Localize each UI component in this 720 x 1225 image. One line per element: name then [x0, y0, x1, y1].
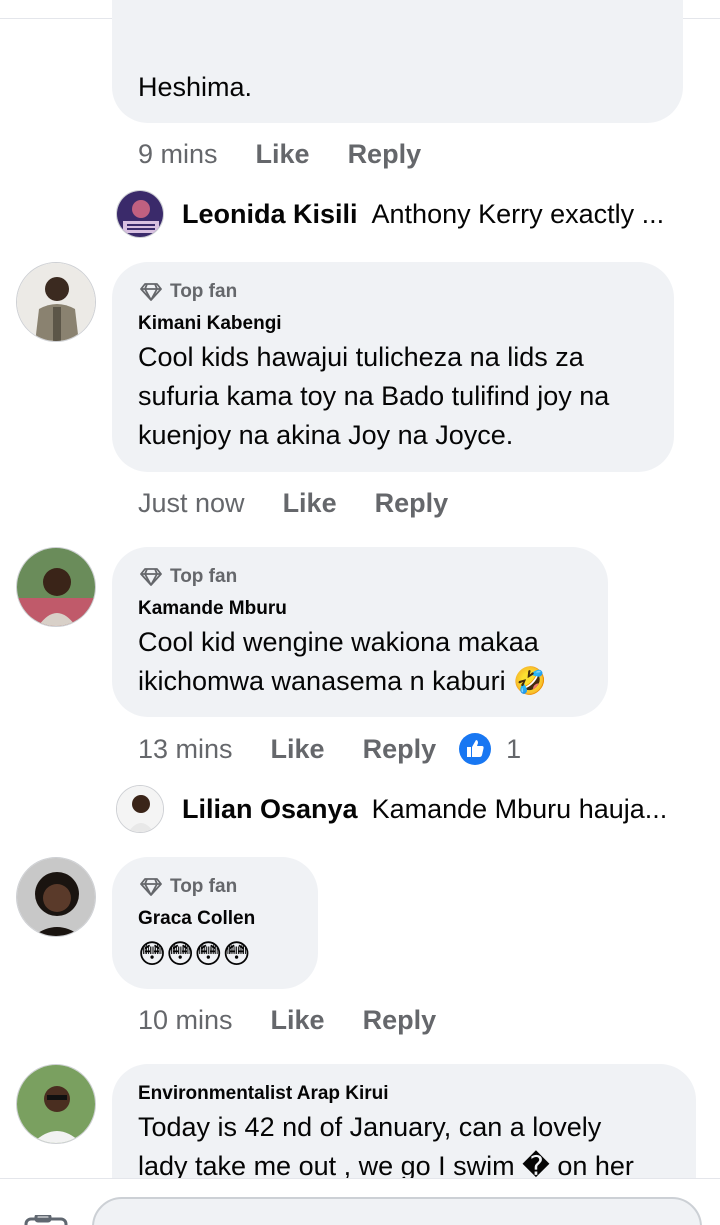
comment-bubble: Top fan Kimani Kabengi Cool kids hawajui…	[112, 262, 674, 472]
comment-author[interactable]: Kimani Kabengi	[138, 312, 282, 336]
diamond-icon	[140, 878, 162, 896]
comments-screen: Heshima. 9 mins Like Reply Leonida Kisil…	[0, 0, 720, 1225]
avatar[interactable]	[16, 262, 96, 342]
reply-button[interactable]: Reply	[363, 734, 437, 765]
top-fan-badge: Top fan	[140, 875, 237, 899]
comment-author[interactable]: Kamande Mburu	[138, 597, 287, 621]
avatar[interactable]	[16, 1064, 96, 1144]
comment-author[interactable]: Graca Collen	[138, 907, 255, 931]
comment-time: Just now	[138, 487, 245, 518]
comment-bubble: Heshima.	[112, 0, 683, 123]
reply-button[interactable]: Reply	[363, 1005, 437, 1036]
reaction-summary[interactable]: 1	[458, 732, 521, 766]
like-button[interactable]: Like	[271, 1005, 325, 1036]
comment-text: Heshima.	[138, 72, 253, 102]
reply-preview[interactable]: Leonida Kisili Anthony Kerry exactly ...	[116, 186, 664, 242]
comment-bubble: Top fan Kamande Mburu Cool kid wengine w…	[112, 547, 608, 717]
avatar[interactable]	[16, 857, 96, 937]
diamond-icon	[140, 568, 162, 586]
like-button[interactable]: Like	[283, 488, 337, 519]
comment-composer-bar	[0, 1178, 720, 1225]
camera-icon[interactable]	[24, 1215, 72, 1225]
comment-actions: 10 mins Like Reply	[138, 1000, 436, 1040]
comment-bubble: Top fan Graca Collen 😳😳😳😳	[112, 857, 318, 989]
comment-text: Today is 42 nd of January, can a lovely …	[138, 1112, 634, 1181]
comment-input[interactable]	[92, 1197, 702, 1225]
reply-author[interactable]: Leonida Kisili	[182, 199, 358, 230]
comment-time: 13 mins	[138, 733, 233, 764]
reply-snippet: Anthony Kerry exactly ...	[371, 198, 665, 229]
comment-author[interactable]: Environmentalist Arap Kirui	[138, 1082, 389, 1106]
comment-actions: 13 mins Like Reply 1	[138, 729, 521, 769]
comment-time: 10 mins	[138, 1004, 233, 1035]
comment-time: 9 mins	[138, 138, 218, 169]
reaction-count: 1	[506, 733, 522, 764]
avatar[interactable]	[16, 547, 96, 627]
top-fan-badge: Top fan	[140, 565, 237, 589]
like-button[interactable]: Like	[256, 139, 310, 170]
comment-text: Cool kids hawajui tulicheza na lids za s…	[138, 342, 610, 450]
top-fan-badge: Top fan	[140, 280, 237, 304]
comment-text: Cool kid wengine wakiona makaa ikichomwa…	[138, 627, 547, 696]
thumbs-up-icon	[459, 733, 492, 765]
reply-snippet: Kamande Mburu hauja...	[371, 793, 668, 824]
reply-button[interactable]: Reply	[375, 488, 449, 519]
diamond-icon	[140, 283, 162, 301]
avatar	[116, 785, 164, 833]
reply-button[interactable]: Reply	[348, 139, 422, 170]
comment-actions: 9 mins Like Reply	[138, 134, 421, 174]
like-button[interactable]: Like	[271, 734, 325, 765]
comment-text: 😳😳😳😳	[138, 939, 251, 969]
reply-preview[interactable]: Lilian Osanya Kamande Mburu hauja...	[116, 781, 667, 837]
comment-actions: Just now Like Reply	[138, 483, 448, 523]
avatar	[116, 190, 164, 238]
reply-author[interactable]: Lilian Osanya	[182, 794, 358, 825]
